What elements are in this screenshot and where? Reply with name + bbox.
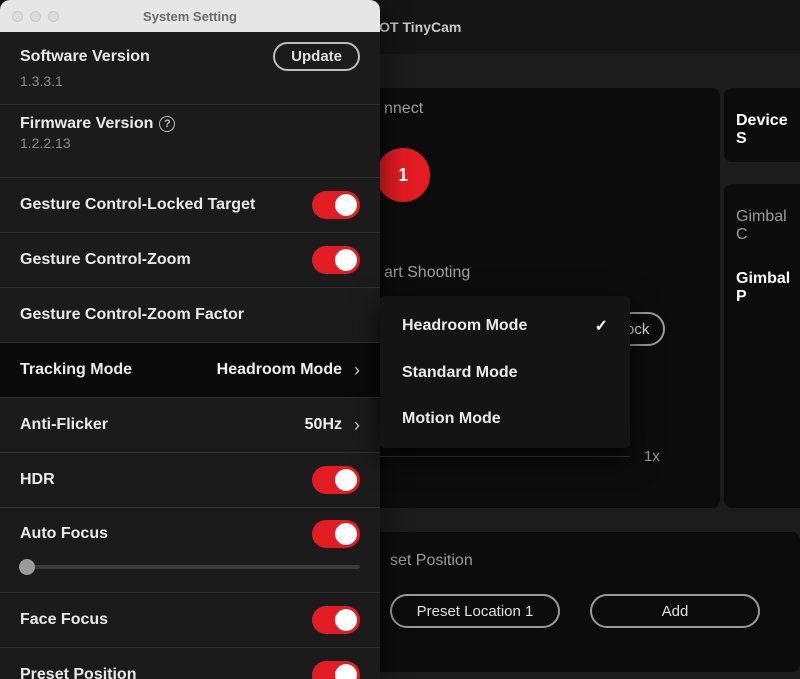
gesture-zoom-factor-label: Gesture Control-Zoom Factor — [20, 306, 244, 324]
dropdown-item-label: Motion Mode — [402, 410, 501, 428]
settings-titlebar[interactable]: System Setting — [0, 0, 380, 32]
gesture-locked-target-row: Gesture Control-Locked Target — [0, 178, 380, 232]
device-indicator[interactable]: 1 — [376, 148, 430, 202]
gimbal-p-label: Gimbal P — [736, 270, 800, 306]
preset-position-label: Preset Position — [20, 666, 136, 679]
software-version-label: Software Version — [20, 48, 150, 66]
anti-flicker-label: Anti-Flicker — [20, 416, 108, 434]
slider-track — [20, 565, 360, 569]
dropdown-item-standard[interactable]: Standard Mode — [380, 350, 630, 396]
gesture-zoom-label: Gesture Control-Zoom — [20, 251, 191, 269]
hdr-row: HDR — [0, 453, 380, 507]
auto-focus-toggle[interactable] — [312, 520, 360, 548]
preset-panel: set Position Preset Location 1 Add — [370, 532, 800, 672]
shooting-label: art Shooting — [384, 264, 470, 282]
anti-flicker-value: 50Hz — [305, 416, 342, 434]
firmware-version-row: Firmware Version ? 1.2.2.13 — [0, 105, 380, 177]
auto-focus-row: Auto Focus — [0, 508, 380, 552]
gesture-zoom-row: Gesture Control-Zoom — [0, 233, 380, 287]
tracking-mode-row[interactable]: Tracking Mode Headroom Mode › — [0, 343, 380, 397]
preset-position-row: Preset Position — [0, 648, 380, 679]
dropdown-item-label: Standard Mode — [402, 364, 518, 382]
tracking-mode-dropdown: Headroom Mode ✓ Standard Mode Motion Mod… — [380, 296, 630, 448]
chevron-right-icon: › — [354, 415, 360, 436]
auto-focus-slider[interactable] — [20, 558, 360, 576]
zoom-icon[interactable] — [48, 11, 59, 22]
tracking-mode-label: Tracking Mode — [20, 361, 132, 379]
check-icon: ✓ — [595, 316, 608, 336]
auto-focus-label: Auto Focus — [20, 525, 108, 543]
device-settings-panel: Device S — [724, 88, 800, 162]
update-button-label: Update — [291, 48, 342, 65]
gesture-zoom-toggle[interactable] — [312, 246, 360, 274]
update-button[interactable]: Update — [273, 42, 360, 71]
firmware-version-value: 1.2.2.13 — [20, 135, 360, 151]
preset-location-label: Preset Location 1 — [417, 603, 534, 620]
software-version-row: Software Version Update 1.3.3.1 — [0, 32, 380, 104]
preset-location-button[interactable]: Preset Location 1 — [390, 594, 560, 628]
software-version-value: 1.3.3.1 — [20, 73, 360, 89]
device-number: 1 — [398, 165, 408, 186]
firmware-version-label: Firmware Version — [20, 115, 153, 133]
gesture-locked-label: Gesture Control-Locked Target — [20, 196, 255, 214]
add-button[interactable]: Add — [590, 594, 760, 628]
add-button-label: Add — [662, 603, 689, 620]
gesture-zoom-factor-row[interactable]: Gesture Control-Zoom Factor — [0, 288, 380, 342]
preset-position-toggle[interactable] — [312, 661, 360, 679]
slider-thumb[interactable] — [19, 559, 35, 575]
device-s-label: Device S — [736, 112, 788, 147]
preset-section-label: set Position — [390, 552, 780, 570]
gimbal-c-label: Gimbal C — [736, 208, 800, 244]
dropdown-item-label: Headroom Mode — [402, 317, 527, 335]
zoom-line — [370, 456, 630, 457]
info-icon[interactable]: ? — [159, 116, 175, 132]
settings-title: System Setting — [143, 9, 237, 24]
dropdown-item-motion[interactable]: Motion Mode — [380, 396, 630, 442]
connect-label: nnect — [384, 100, 423, 118]
gesture-locked-toggle[interactable] — [312, 191, 360, 219]
gimbal-panel: Gimbal C Gimbal P — [724, 184, 800, 508]
chevron-right-icon: › — [354, 360, 360, 381]
hdr-toggle[interactable] — [312, 466, 360, 494]
settings-body: Software Version Update 1.3.3.1 Firmware… — [0, 32, 380, 679]
minimize-icon[interactable] — [30, 11, 41, 22]
close-icon[interactable] — [12, 11, 23, 22]
face-focus-row: Face Focus — [0, 593, 380, 647]
face-focus-label: Face Focus — [20, 611, 108, 629]
zoom-indicator: 1x — [644, 448, 660, 465]
face-focus-toggle[interactable] — [312, 606, 360, 634]
tracking-mode-value: Headroom Mode — [217, 361, 342, 379]
settings-window: System Setting Software Version Update 1… — [0, 0, 380, 679]
dropdown-item-headroom[interactable]: Headroom Mode ✓ — [380, 302, 630, 350]
hdr-label: HDR — [20, 471, 55, 489]
traffic-lights[interactable] — [12, 11, 59, 22]
anti-flicker-row[interactable]: Anti-Flicker 50Hz › — [0, 398, 380, 452]
